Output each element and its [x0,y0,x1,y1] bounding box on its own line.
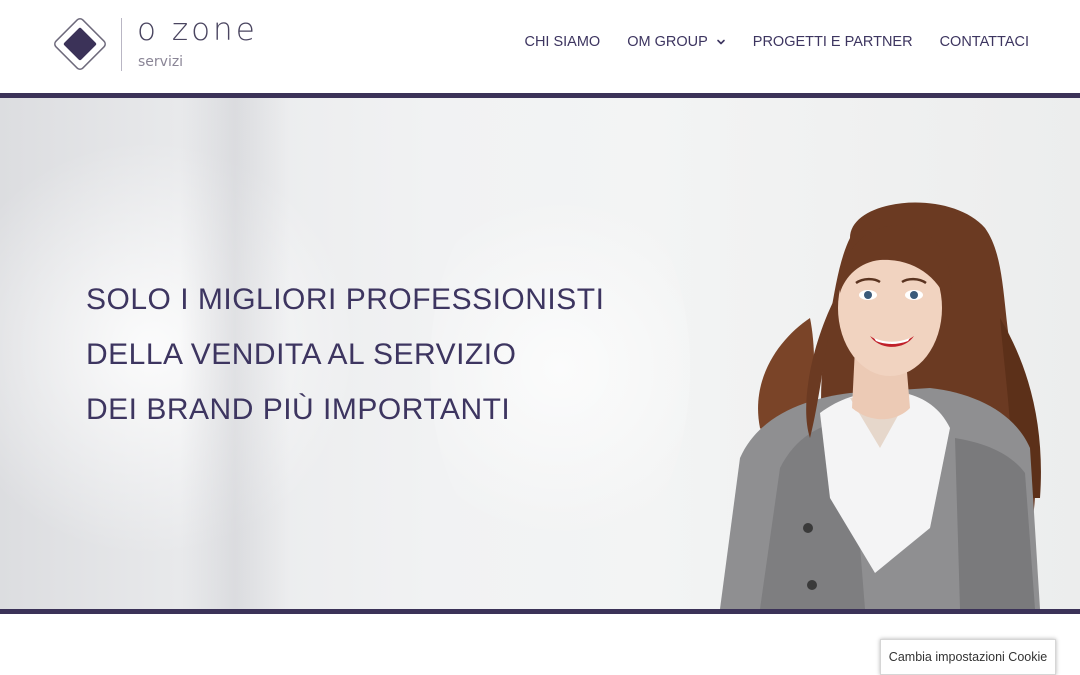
headline-line: SOLO I MIGLIORI PROFESSIONISTI [86,283,605,316]
headline-line: DEI BRAND PIÙ IMPORTANTI [86,393,511,426]
logo[interactable]: o zone servizi [52,12,292,74]
nav-item-chi-siamo[interactable]: CHI SIAMO [524,34,600,50]
hero-banner: SOLO I MIGLIORI PROFESSIONISTI DELLA VEN… [0,98,1080,609]
main-nav: CHI SIAMO OM GROUP PROGETTI E PARTNER CO… [524,34,1029,50]
logo-name: o zone [137,12,258,48]
headline-line: DELLA VENDITA AL SERVIZIO [86,338,517,371]
nav-item-label: CHI SIAMO [524,34,601,50]
nav-item-progetti-e-partner[interactable]: PROGETTI E PARTNER [753,34,913,50]
nav-item-contattaci[interactable]: CONTATTACI [940,34,1029,50]
logo-separator [121,18,122,71]
hero-bottom-border [0,609,1080,614]
site-header: o zone servizi CHI SIAMO OM GROUP PROGET… [0,0,1080,93]
cookie-settings-button[interactable]: Cambia impostazioni Cookie [880,639,1056,675]
nav-item-label: OM GROUP [627,34,708,50]
hero-headline: SOLO I MIGLIORI PROFESSIONISTI DELLA VEN… [86,272,604,437]
hero-person-image [720,202,1041,609]
nav-item-label: CONTATTACI [939,34,1029,50]
nav-item-label: PROGETTI E PARTNER [752,34,913,50]
logo-diamond-icon [54,18,106,70]
nav-item-om-group[interactable]: OM GROUP [627,34,726,50]
chevron-down-icon [716,39,725,45]
logo-subtitle: servizi [138,54,184,70]
